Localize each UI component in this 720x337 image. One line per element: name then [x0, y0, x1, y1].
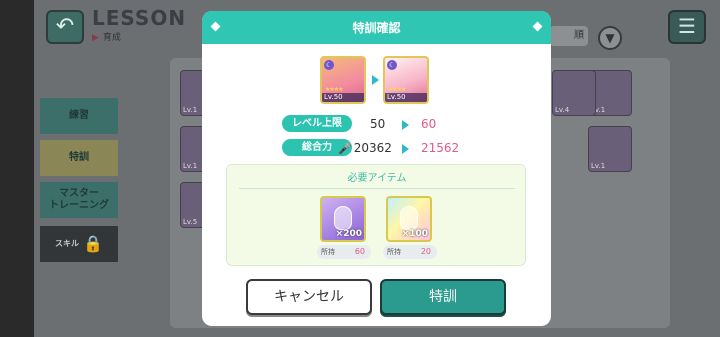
card-thumbnail[interactable]: Lv.4: [552, 70, 596, 116]
page-title: LESSON: [92, 6, 187, 30]
tab-master-label: マスター トレーニング: [49, 188, 109, 211]
card-before: ☾ ★★★★ Lv.50: [320, 56, 366, 104]
dialog-title: 特訓確認: [352, 21, 401, 35]
potion-bottle-icon: [334, 206, 352, 230]
arrow-right-icon: [402, 120, 409, 130]
stat-new-level-cap: 60: [421, 117, 437, 131]
tab-practice[interactable]: 練習: [40, 98, 118, 134]
item-required-qty: ×100: [401, 229, 428, 239]
item-owned-count: 60: [354, 247, 365, 256]
card-level: Lv.1: [591, 162, 606, 170]
dialog-header: 特訓確認: [202, 11, 551, 44]
divider: [239, 188, 515, 189]
confirm-training-button[interactable]: 特訓: [380, 279, 506, 315]
required-items-title: 必要アイテム: [347, 173, 407, 184]
stat-old-total-power-value: 20362: [353, 141, 392, 155]
page-subtitle: ▶ 育成: [92, 30, 121, 43]
sort-select[interactable]: 順: [550, 26, 588, 46]
cancel-button[interactable]: キャンセル: [246, 279, 372, 315]
microphone-icon: 🎤: [338, 142, 352, 155]
subtitle-text: 育成: [102, 33, 121, 43]
back-arrow-icon: ↶: [55, 14, 75, 39]
sort-order-button[interactable]: ▼: [598, 26, 622, 50]
subtitle-marker-icon: ▶: [92, 33, 99, 43]
card-before-level: Lv.50: [322, 93, 364, 102]
rarity-stars-icon: ★★★★: [325, 86, 343, 93]
arrow-right-icon: [402, 144, 409, 154]
item-owned: 所持 60: [317, 245, 371, 259]
tab-special-training[interactable]: 特訓: [40, 140, 118, 176]
card-level: Lv.1: [183, 162, 198, 170]
lock-icon: 🔒: [83, 234, 103, 253]
stat-label-level-cap: レベル上限: [282, 115, 352, 132]
moon-attribute-icon: ☾: [324, 60, 334, 70]
card-level: Lv.1: [183, 106, 198, 114]
hamburger-menu-icon: ☰: [678, 14, 696, 38]
tab-master-training[interactable]: マスター トレーニング: [40, 182, 118, 218]
item-owned: 所持 20: [383, 245, 437, 259]
arrow-right-icon: [372, 75, 379, 85]
stat-old-level-cap: 50: [370, 117, 386, 131]
item-owned-label: 所持: [387, 248, 401, 256]
item-required-qty: ×200: [335, 229, 362, 239]
special-training-confirm-dialog: 特訓確認 ☾ ★★★★ Lv.50 ☾ ★★★★ Lv.50 レベル上限 50 …: [202, 11, 551, 326]
card-thumbnail[interactable]: Lv.1: [588, 126, 632, 172]
chevron-down-icon: ▼: [605, 31, 615, 45]
required-items-panel: 必要アイテム ×200 所持 60 ×100 所持 20: [226, 164, 526, 266]
back-button[interactable]: ↶: [46, 10, 84, 44]
rarity-stars-icon: ★★★★: [388, 86, 406, 93]
moon-attribute-icon: ☾: [387, 60, 397, 70]
tab-skill-label: スキル: [55, 239, 80, 248]
stat-old-total-power: 🎤 20362: [338, 141, 392, 155]
left-edge-strip: [0, 0, 34, 337]
item-tile-purple-potion[interactable]: ×200: [320, 196, 366, 242]
item-tile-rainbow-potion[interactable]: ×100: [386, 196, 432, 242]
menu-button[interactable]: ☰: [668, 10, 706, 44]
card-level: Lv.5: [183, 218, 198, 226]
item-owned-count: 20: [420, 247, 431, 256]
card-after: ☾ ★★★★ Lv.50: [383, 56, 429, 104]
tab-skill-locked[interactable]: スキル 🔒: [40, 226, 118, 262]
card-after-level: Lv.50: [385, 93, 427, 102]
item-owned-label: 所持: [321, 248, 335, 256]
stat-new-total-power: 21562: [421, 141, 460, 155]
card-level: Lv.4: [555, 106, 570, 114]
potion-bottle-icon: [400, 206, 418, 230]
